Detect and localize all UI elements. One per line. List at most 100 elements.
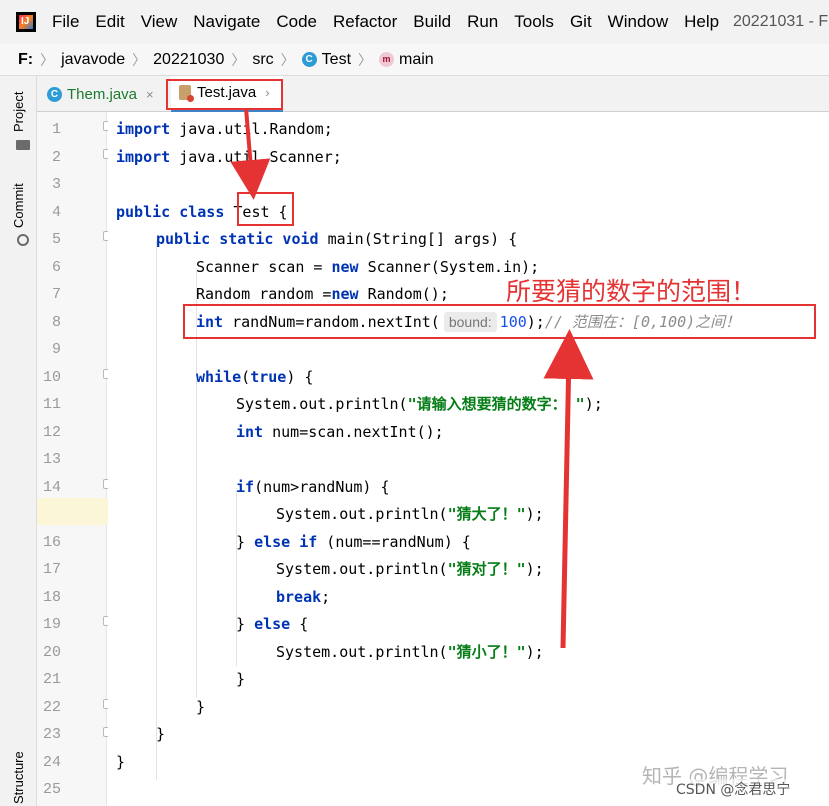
tab-label: Them.java: [67, 85, 138, 103]
annotation-box-class-name: [237, 192, 294, 226]
breadcrumb-drive[interactable]: F:: [18, 51, 33, 69]
code-text: );: [525, 560, 544, 578]
commit-icon[interactable]: [17, 234, 29, 246]
code-text: java.util.Scanner;: [170, 147, 342, 166]
menu-navigate[interactable]: Navigate: [193, 12, 260, 32]
code-text: (: [241, 367, 251, 386]
keyword: else: [254, 615, 291, 633]
menu-git[interactable]: Git: [570, 12, 592, 32]
menu-build[interactable]: Build: [413, 12, 451, 32]
code-text: num=scan.nextInt();: [263, 422, 444, 441]
commit-tool-button[interactable]: Commit: [11, 183, 26, 228]
keyword: true: [250, 367, 287, 386]
code-text: );: [584, 395, 603, 413]
line-number: 19: [42, 616, 61, 633]
line-number: 24: [42, 753, 61, 771]
menu-refactor[interactable]: Refactor: [333, 12, 397, 32]
code-text: }: [236, 670, 246, 688]
structure-tool-button[interactable]: Structure: [11, 751, 26, 804]
string-literal: "猜大了！": [447, 505, 526, 523]
menu-file[interactable]: File: [52, 12, 79, 32]
code-text: System.out.println(: [276, 560, 448, 578]
line-number: 11: [42, 396, 61, 413]
code-text: main(String[] args) {: [318, 230, 518, 248]
line-number: 2: [51, 148, 61, 166]
intellij-logo-icon[interactable]: IJ: [16, 12, 36, 32]
line-number: 17: [42, 561, 61, 578]
code-text: System.out.println(: [236, 395, 408, 413]
code-line: System.out.println("猜对了！");: [108, 556, 740, 584]
line-number: 14: [42, 478, 61, 496]
menu-help[interactable]: Help: [684, 12, 719, 32]
line-numbers: 1 2 3 4 5 6 7 8 9 10 11 12 13 14 15 16 1…: [37, 116, 99, 804]
code-text: }: [236, 532, 255, 551]
keyword: while: [196, 367, 242, 386]
annotation-label: 所要猜的数字的范围！: [506, 277, 757, 306]
code-text: );: [525, 642, 544, 661]
keyword: import: [116, 120, 171, 138]
line-number: 7: [51, 286, 61, 303]
annotation-box-tab: [166, 79, 283, 110]
project-tool-button[interactable]: Project: [11, 92, 26, 132]
code-text: Random random =: [196, 285, 332, 303]
keyword: import: [116, 147, 171, 166]
breadcrumb-class[interactable]: C Test: [301, 51, 351, 69]
code-line: public static void main(String[] args) {: [108, 226, 740, 254]
breadcrumb-method[interactable]: m main: [379, 51, 434, 69]
code-line: }: [108, 721, 740, 749]
line-number: 10: [42, 368, 61, 386]
keyword: new: [331, 257, 359, 276]
line-number: 25: [42, 781, 61, 798]
breadcrumb-folder[interactable]: 20221030: [153, 51, 224, 69]
line-number: 4: [51, 203, 61, 221]
left-tool-strip: Project Commit Structure: [0, 76, 37, 806]
class-icon: C: [47, 86, 62, 102]
breadcrumb-separator-icon: 〉: [40, 52, 55, 69]
line-number: 8: [51, 313, 61, 331]
close-icon[interactable]: ×: [146, 87, 154, 102]
menu-view[interactable]: View: [141, 12, 178, 32]
window-title: 20221031 - F: [733, 13, 829, 30]
tab-them-java[interactable]: C Them.java ×: [47, 76, 154, 112]
keyword: break: [276, 587, 322, 606]
menu-code[interactable]: Code: [276, 12, 317, 32]
folder-icon[interactable]: [16, 140, 30, 150]
code-text: );: [525, 505, 544, 523]
code-text: }: [156, 725, 166, 743]
breadcrumb-separator-icon: 〉: [132, 52, 147, 69]
code-line: } else {: [108, 611, 740, 639]
line-number: 13: [42, 451, 61, 468]
editor-gutter: 1 2 3 4 5 6 7 8 9 10 11 12 13 14 15 16 1…: [37, 112, 107, 806]
code-text: Scanner scan =: [196, 257, 332, 276]
code-line: while(true) {: [108, 364, 740, 392]
breadcrumb-method-label: main: [399, 50, 434, 68]
breadcrumb-separator-icon: 〉: [231, 52, 246, 69]
code-line: } else if (num==randNum) {: [108, 529, 740, 557]
breadcrumb-project[interactable]: javavode: [61, 51, 125, 69]
line-number: 3: [51, 176, 61, 193]
line-number: 16: [42, 533, 61, 551]
code-line: }: [108, 694, 740, 722]
code-line: if(num>randNum) {: [108, 474, 740, 502]
code-editor[interactable]: import java.util.Random; import java.uti…: [108, 112, 829, 806]
menu-run[interactable]: Run: [467, 12, 498, 32]
menu-edit[interactable]: Edit: [95, 12, 124, 32]
code-text: System.out.println(: [276, 642, 448, 661]
menu-bar: IJ File Edit View Navigate Code Refactor…: [0, 0, 829, 44]
code-text: ) {: [286, 367, 314, 386]
menu-window[interactable]: Window: [608, 12, 668, 32]
code-text: }: [236, 615, 255, 633]
menu-tools[interactable]: Tools: [514, 12, 554, 32]
breadcrumb-src[interactable]: src: [252, 51, 273, 69]
code-line: public class Test {: [108, 199, 740, 227]
code-text: {: [290, 615, 309, 633]
code-line: System.out.println("猜小了！");: [108, 639, 740, 667]
code-text: System.out.println(: [276, 505, 448, 523]
code-text: java.util.Random;: [170, 120, 333, 138]
breadcrumb-separator-icon: 〉: [280, 52, 295, 69]
line-number: 23: [42, 726, 61, 743]
method-icon: m: [379, 52, 395, 67]
code-text: }: [116, 752, 126, 771]
